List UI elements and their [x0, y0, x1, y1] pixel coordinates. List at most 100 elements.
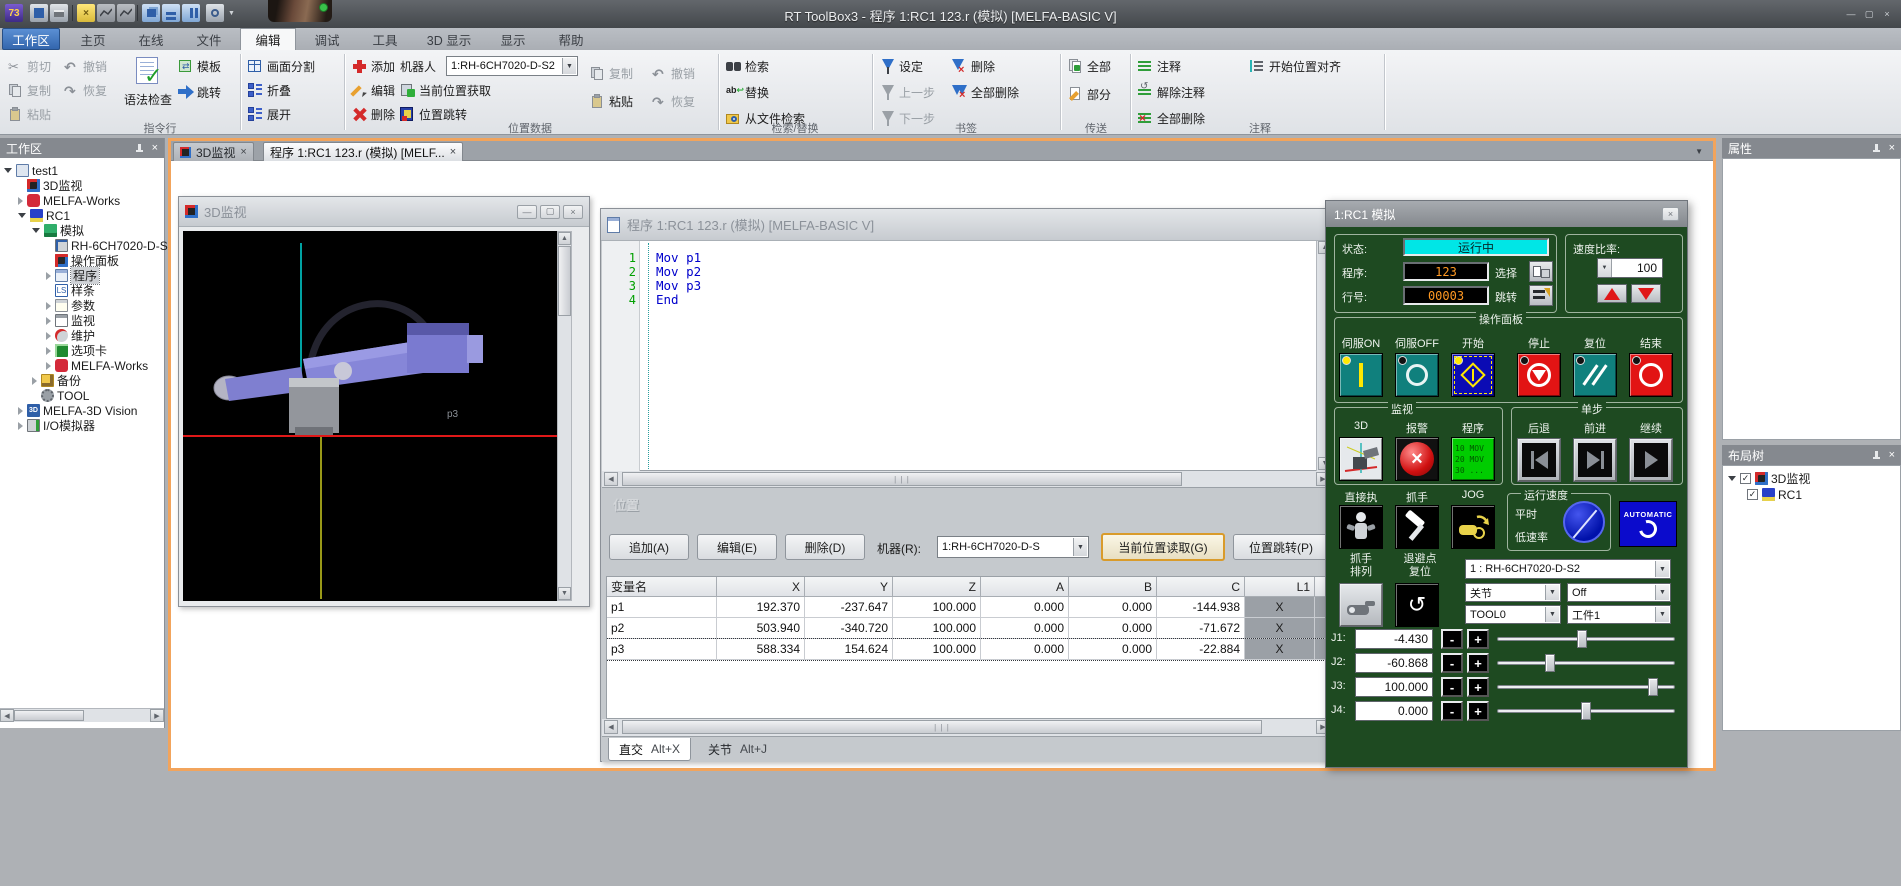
tree-item-3d-monitor[interactable]: 3D监视 — [18, 178, 82, 193]
j3-value-field[interactable]: 100.000 — [1355, 677, 1433, 697]
scroll-thumb[interactable] — [558, 246, 571, 316]
tab-joint[interactable]: 关节Alt+J — [698, 738, 777, 760]
maximize-icon[interactable]: ▢ — [540, 205, 560, 219]
expander-closed-icon[interactable] — [46, 332, 51, 340]
tab-help[interactable]: 帮助 — [544, 28, 598, 50]
align-start-position-button[interactable]: 开始位置对齐 — [1250, 57, 1341, 75]
table-row[interactable]: p1 192.370 -237.647 100.000 0.000 0.000 … — [607, 597, 1328, 618]
start-button[interactable] — [1451, 353, 1495, 397]
expander-closed-icon[interactable] — [32, 377, 37, 385]
j4-slider-thumb[interactable] — [1581, 702, 1591, 720]
position-edit-button[interactable]: 编辑(E) — [697, 534, 777, 560]
j1-plus-button[interactable]: + — [1467, 629, 1489, 649]
minimize-icon[interactable]: — — [517, 205, 537, 219]
search-button[interactable]: 检索 — [726, 57, 769, 75]
3d-monitor-titlebar[interactable]: 3D监视 — ▢ × — [179, 197, 589, 227]
tab-cartesian[interactable]: 直交Alt+X — [608, 738, 691, 761]
tree-item-io-simulator[interactable]: I/O模拟器 — [18, 418, 95, 433]
program-titlebar[interactable]: 程序 1:RC1 123.r (模拟) [MELFA-BASIC V] — [601, 209, 1331, 241]
doc-tab-3d-monitor[interactable]: 3D监视× — [173, 142, 254, 161]
tree-item-tool[interactable]: TOOL — [32, 388, 89, 403]
pin-icon[interactable] — [1872, 451, 1881, 460]
automatic-button[interactable]: AUTOMATIC — [1619, 501, 1677, 547]
checkbox-checked[interactable]: ✓ — [1740, 473, 1751, 484]
expander-open-icon[interactable] — [32, 228, 40, 233]
chevron-down-icon[interactable]: ▼ — [1655, 607, 1669, 622]
scroll-left-icon[interactable]: ◀ — [604, 720, 618, 734]
tree-item-test1[interactable]: test1 — [4, 163, 58, 178]
tree-item-robot-model[interactable]: RH-6CH7020-D-S — [46, 238, 168, 253]
comment-button[interactable]: 注释 — [1138, 57, 1181, 75]
scroll-thumb[interactable] — [14, 710, 84, 721]
end-button[interactable] — [1629, 353, 1673, 397]
program-monitor-button[interactable]: 10 MOV 20 MOV 30 ... — [1451, 437, 1495, 481]
read-current-position-button[interactable]: 当前位置读取(G) — [1101, 533, 1225, 561]
speed-up-button[interactable] — [1597, 284, 1627, 303]
undo-position-button[interactable]: ↶撤销 — [652, 64, 695, 82]
close-icon[interactable]: × — [1889, 142, 1895, 154]
position-jump-button[interactable]: 位置跳转(P) — [1233, 534, 1329, 560]
tree-item-option-card[interactable]: 选项卡 — [46, 343, 107, 358]
j1-minus-button[interactable]: - — [1441, 629, 1463, 649]
expander-closed-icon[interactable] — [46, 362, 51, 370]
j2-minus-button[interactable]: - — [1441, 653, 1463, 673]
chevron-down-icon[interactable]: ▼ — [1073, 538, 1087, 556]
select-program-button[interactable] — [1529, 261, 1553, 282]
table-row[interactable]: p2 503.940 -340.720 100.000 0.000 0.000 … — [607, 618, 1328, 639]
tree-item-backup[interactable]: 备份 — [32, 373, 81, 388]
tree-item-maintenance[interactable]: 维护 — [46, 328, 95, 343]
expander-closed-icon[interactable] — [18, 407, 23, 415]
tree-item-simulation[interactable]: 模拟 — [32, 223, 84, 238]
ribbon-robot-select[interactable]: 1:RH-6CH7020-D-S2▼ — [446, 56, 578, 76]
tab-online[interactable]: 在线 — [124, 28, 178, 50]
paste-position-button[interactable]: 粘贴 — [590, 92, 633, 110]
scroll-left-icon[interactable]: ◀ — [0, 709, 14, 722]
chevron-down-icon[interactable]: ▼ — [562, 58, 576, 74]
position-delete-button[interactable]: 删除(D) — [785, 534, 865, 560]
j4-value-field[interactable]: 0.000 — [1355, 701, 1433, 721]
tab-file[interactable]: 文件 — [182, 28, 236, 50]
edit-position-button[interactable]: 编辑 — [352, 81, 395, 99]
doc-tab-program[interactable]: 程序 1:RC1 123.r (模拟) [MELF...× — [263, 142, 463, 161]
bookmark-delete-all-button[interactable]: ×全部删除 — [952, 83, 1019, 101]
scroll-down-icon[interactable]: ▼ — [558, 587, 571, 600]
operation-panel-titlebar[interactable]: 1:RC1 模拟 × — [1326, 201, 1687, 227]
scroll-left-icon[interactable]: ◀ — [604, 472, 618, 486]
position-jump-button[interactable]: 位置跳转 — [400, 105, 467, 123]
tab-overflow-icon[interactable]: ▼ — [1695, 147, 1703, 156]
code-editor[interactable]: 1Mov p1 2Mov p2 3Mov p3 4End — [602, 241, 1316, 471]
copy-button[interactable]: 复制 — [8, 81, 51, 99]
close-icon[interactable]: × — [240, 146, 246, 158]
checkbox-checked[interactable]: ✓ — [1747, 489, 1758, 500]
tab-3d-display[interactable]: 3D 显示 — [416, 28, 482, 50]
jog-mode-select[interactable]: 关节▼ — [1465, 583, 1561, 602]
j2-slider-thumb[interactable] — [1545, 654, 1555, 672]
j3-slider-thumb[interactable] — [1648, 678, 1658, 696]
tree-item-operation-panel[interactable]: 操作面板 — [46, 253, 119, 268]
expander-closed-icon[interactable] — [18, 422, 23, 430]
add-position-button[interactable]: 添加 — [352, 57, 395, 75]
delete-position-button[interactable]: 删除 — [352, 105, 395, 123]
paste-button[interactable]: 粘贴 — [8, 105, 51, 123]
maximize-button[interactable]: ▢ — [1861, 7, 1877, 21]
chevron-down-icon[interactable]: ▼ — [1655, 561, 1669, 577]
cut-button[interactable]: ✂剪切 — [8, 57, 51, 75]
workspace-hscrollbar[interactable]: ◀ ▶ — [0, 708, 164, 722]
close-icon[interactable]: × — [450, 146, 456, 158]
workpiece-select[interactable]: 工件1▼ — [1567, 605, 1671, 624]
speed-knob[interactable] — [1563, 501, 1605, 543]
pin-icon[interactable] — [1872, 144, 1881, 153]
close-button[interactable]: × — [1879, 7, 1895, 21]
tab-tools[interactable]: 工具 — [358, 28, 412, 50]
alarm-button[interactable]: × — [1395, 437, 1439, 481]
expand-button[interactable]: 展开 — [248, 105, 291, 123]
tab-workspace[interactable]: 工作区 — [2, 28, 60, 50]
bookmark-set-button[interactable]: 设定 — [880, 57, 923, 75]
close-icon[interactable]: × — [152, 142, 158, 154]
position-robot-select[interactable]: 1:RH-6CH7020-D-S▼ — [937, 536, 1089, 558]
close-icon[interactable]: × — [563, 205, 583, 219]
tree-item-melfa-works[interactable]: MELFA-Works — [18, 193, 120, 208]
close-icon[interactable]: × — [1662, 207, 1679, 221]
chevron-down-icon[interactable]: ▼ — [1598, 259, 1612, 277]
line-jump-button[interactable] — [1529, 285, 1553, 306]
